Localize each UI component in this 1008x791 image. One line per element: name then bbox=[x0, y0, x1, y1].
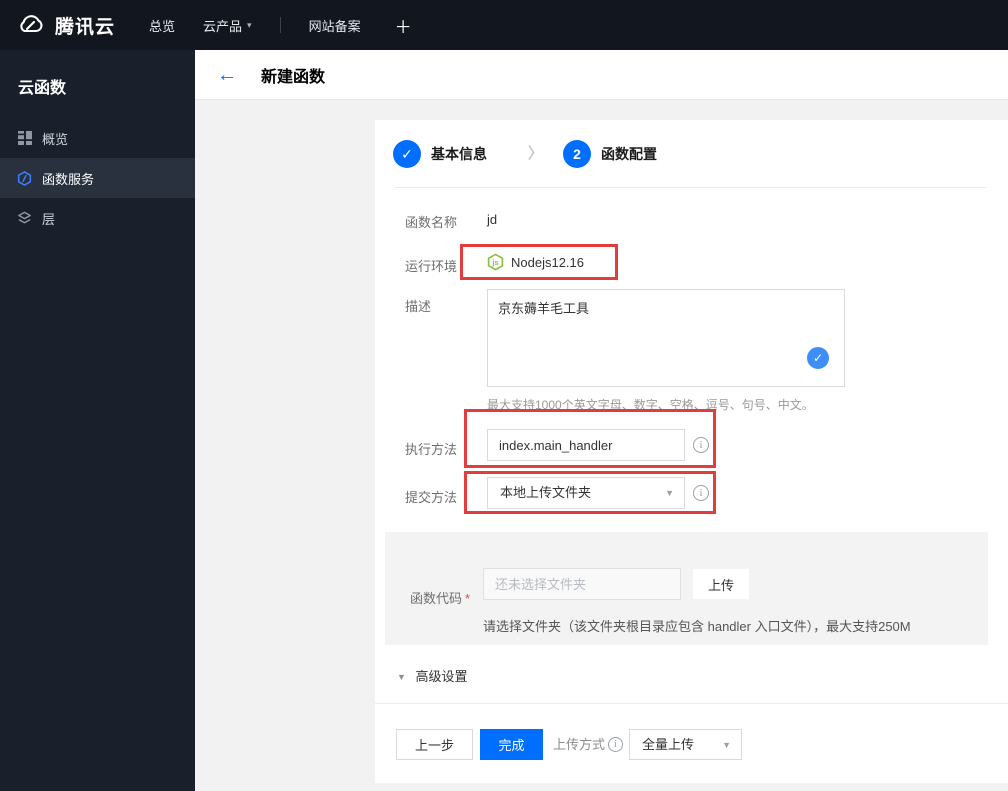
advanced-settings-label: 高级设置 bbox=[415, 669, 468, 684]
nodejs-icon: js bbox=[487, 253, 504, 271]
step1-done-icon: ✓ bbox=[393, 140, 421, 168]
handler-info-icon[interactable]: i bbox=[693, 437, 709, 453]
svg-text:js: js bbox=[491, 258, 498, 267]
back-arrow-icon[interactable]: ← bbox=[217, 65, 237, 85]
topnav-item-icp[interactable]: 网站备案 bbox=[309, 16, 361, 35]
cloud-logo-icon bbox=[16, 14, 46, 36]
upload-mode-label: 上传方式 i bbox=[553, 729, 624, 760]
upload-mode-info-icon[interactable]: i bbox=[608, 737, 624, 752]
finish-button[interactable]: 完成 bbox=[480, 729, 543, 760]
handler-input[interactable] bbox=[487, 429, 685, 461]
chevron-down-icon: ▼ bbox=[665, 488, 674, 498]
required-asterisk: * bbox=[465, 591, 471, 606]
steps-divider bbox=[395, 187, 986, 188]
page-header: ← 新建函数 bbox=[195, 50, 1008, 100]
previous-step-button[interactable]: 上一步 bbox=[396, 729, 473, 760]
folder-path-input[interactable] bbox=[483, 568, 681, 600]
step-chevron-icon: 〉 bbox=[528, 145, 544, 162]
sidebar-item-label: 概览 bbox=[42, 131, 69, 147]
sidebar-item-label: 函数服务 bbox=[42, 171, 95, 187]
tencent-cloud-logo[interactable]: 腾讯云 bbox=[16, 12, 115, 39]
submit-method-value: 本地上传文件夹 bbox=[500, 485, 592, 500]
topnav: 总览 云产品 ▾ 网站备案 ＋ bbox=[149, 13, 412, 38]
sidebar: 云函数 概览 函数服务 层 bbox=[0, 50, 195, 791]
brand-name: 腾讯云 bbox=[55, 16, 116, 38]
sidebar-item-function-service[interactable]: 函数服务 bbox=[0, 158, 195, 198]
step1-label: 基本信息 bbox=[431, 146, 487, 162]
description-hint: 最大支持1000个英文字母、数字、空格、逗号、句号、中文。 bbox=[487, 398, 814, 412]
sidebar-item-layers[interactable]: 层 bbox=[0, 198, 195, 238]
description-textarea[interactable]: 京东薅羊毛工具 bbox=[487, 289, 845, 387]
function-name-label: 函数名称 bbox=[405, 215, 458, 230]
step2-number: 2 bbox=[563, 140, 591, 168]
topnav-divider bbox=[279, 17, 281, 33]
chevron-down-icon: ▾ bbox=[247, 19, 252, 30]
chevron-down-icon: ▼ bbox=[722, 740, 731, 750]
step2-label: 函数配置 bbox=[601, 146, 657, 162]
footer-divider bbox=[375, 703, 1008, 704]
layers-icon bbox=[17, 211, 32, 226]
topnav-item-overview[interactable]: 总览 bbox=[149, 16, 175, 35]
submit-method-label: 提交方法 bbox=[405, 490, 458, 505]
sidebar-item-overview[interactable]: 概览 bbox=[0, 118, 195, 158]
runtime-value: Nodejs12.16 bbox=[511, 254, 584, 270]
create-function-card: ✓ 基本信息 〉 2 函数配置 函数名称 jd 运行环境 js Nodejs12… bbox=[375, 120, 1008, 783]
upload-mode-value: 全量上传 bbox=[642, 737, 695, 752]
runtime-label: 运行环境 bbox=[405, 259, 458, 274]
submit-method-info-icon[interactable]: i bbox=[693, 485, 709, 501]
submit-method-select[interactable]: 本地上传文件夹 ▼ bbox=[487, 477, 685, 509]
function-hexagon-icon bbox=[17, 170, 32, 186]
runtime-value-row: js Nodejs12.16 bbox=[487, 253, 584, 271]
advanced-settings-toggle[interactable]: ▼ 高级设置 bbox=[397, 666, 468, 685]
description-label: 描述 bbox=[405, 299, 432, 314]
add-tab-icon[interactable]: ＋ bbox=[395, 13, 412, 38]
valid-check-icon: ✓ bbox=[807, 347, 829, 369]
function-code-hint: 请选择文件夹（该文件夹根目录应包含 handler 入口文件），最大支持250M bbox=[483, 619, 911, 634]
handler-label: 执行方法 bbox=[405, 442, 458, 457]
function-code-label: 函数代码 * bbox=[410, 591, 471, 606]
triangle-down-icon: ▼ bbox=[397, 672, 406, 682]
sidebar-item-label: 层 bbox=[42, 211, 56, 227]
upload-mode-select[interactable]: 全量上传 ▼ bbox=[629, 729, 742, 760]
topbar: 腾讯云 总览 云产品 ▾ 网站备案 ＋ bbox=[0, 0, 1008, 50]
function-name-value: jd bbox=[487, 212, 498, 227]
grid-icon bbox=[17, 131, 32, 146]
function-code-section: 函数代码* 上传 请选择文件夹（该文件夹根目录应包含 handler 入口文件）… bbox=[385, 532, 988, 645]
upload-button[interactable]: 上传 bbox=[692, 568, 750, 600]
sidebar-title: 云函数 bbox=[18, 80, 67, 97]
topnav-item-products[interactable]: 云产品 ▾ bbox=[203, 16, 252, 35]
page-title: 新建函数 bbox=[261, 68, 326, 86]
